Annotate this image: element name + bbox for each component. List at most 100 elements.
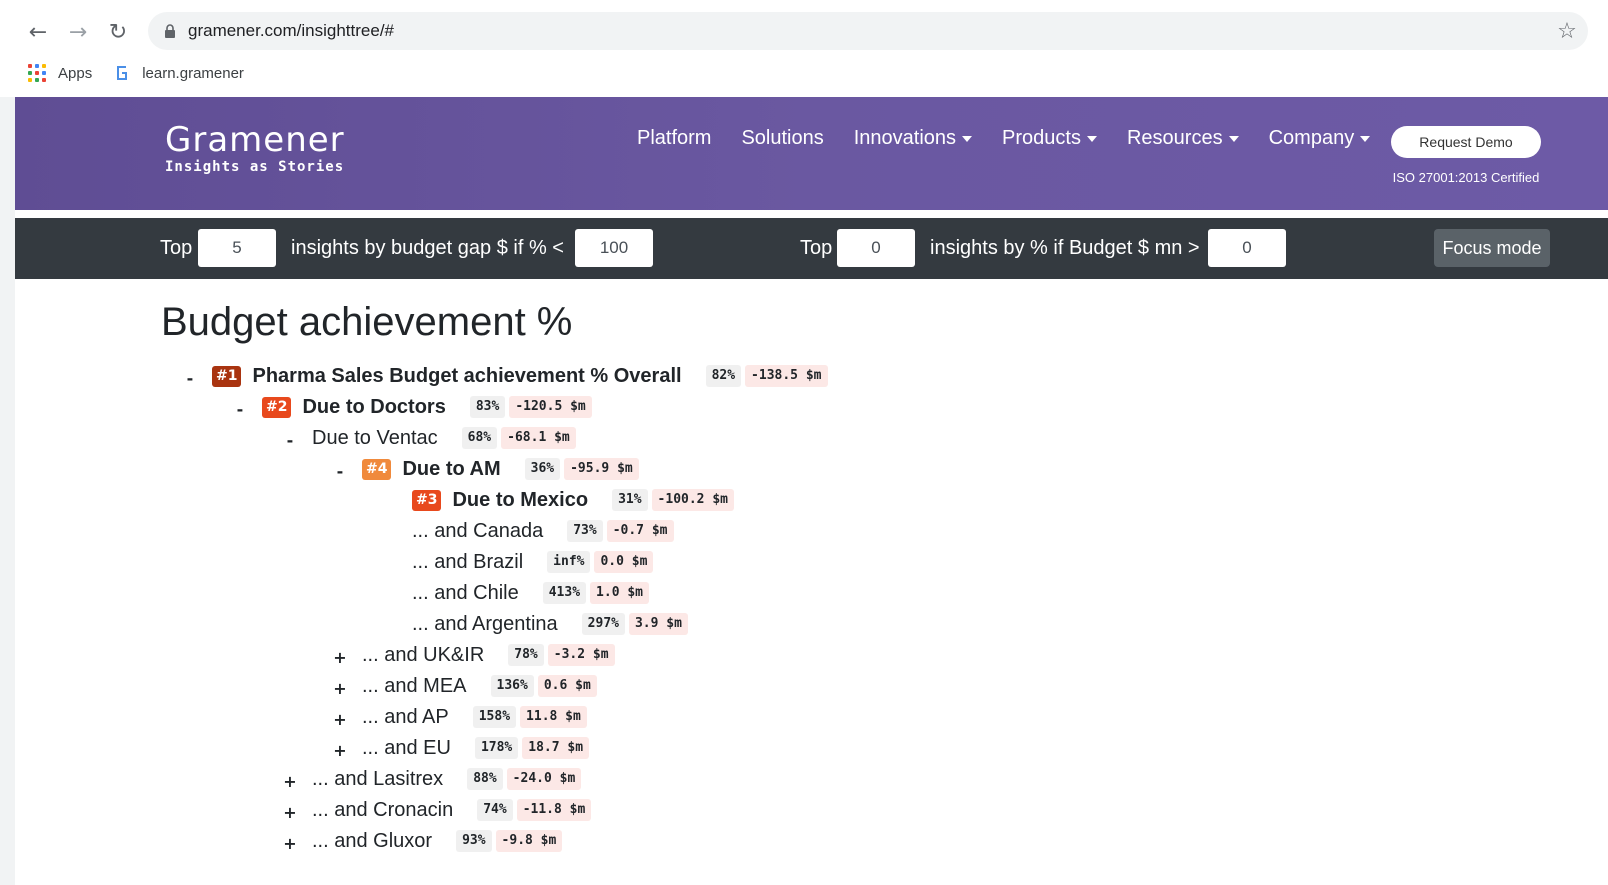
tree-node[interactable]: ... and Canada 73% -0.7 $m [412,517,674,545]
tree-node[interactable]: #2 Due to Doctors 83% -120.5 $m [262,393,592,421]
tree-node[interactable]: ... and AP 158% 11.8 $m [362,703,587,731]
menu-resources[interactable]: Resources [1127,127,1239,150]
tree-node[interactable]: ... and Brazil inf% 0.0 $m [412,548,654,576]
caret-down-icon [962,135,973,142]
percent-threshold-input[interactable]: 100 [575,229,653,267]
window-left-edge [0,97,15,885]
apps-grid-icon [28,64,46,82]
budget-gap-tag: 0.6 $m [537,675,597,697]
menu-company-label: Company [1268,127,1355,149]
achievement-percent-tag: 31% [612,489,648,511]
expand-toggle[interactable]: + [333,705,346,733]
browser-chrome: ← → ↻ gramener.com/insighttree/# ☆ Apps … [0,0,1608,97]
iso-certification-note: ISO 27001:2013 Certified [1392,170,1540,185]
menu-platform[interactable]: Platform [637,127,711,150]
budget-threshold-input[interactable]: 0 [1208,229,1286,267]
achievement-percent-tag: 68% [461,427,498,449]
achievement-percent-tag: 158% [472,706,517,728]
menu-solutions[interactable]: Solutions [741,127,823,150]
main-menu: Platform Solutions Innovations Products … [637,127,1400,150]
budget-gap-tag: -120.5 $m [509,396,592,418]
bookmark-apps[interactable]: Apps [28,64,92,82]
node-label: ... and Lasitrex [312,767,444,790]
collapse-toggle[interactable]: - [334,457,346,485]
menu-platform-label: Platform [637,127,712,149]
gramener-logo[interactable]: Gramener Insights as Stories [165,123,345,175]
budget-gap-tag: 11.8 $m [520,706,587,728]
tree-node[interactable]: #4 Due to AM 36% -95.9 $m [362,455,639,483]
collapse-toggle[interactable]: - [184,364,196,392]
filter-toolbar: Top 5 insights by budget gap $ if % < 10… [15,218,1608,279]
budget-percent-text: insights by % if Budget $ mn > [930,237,1200,259]
top-count-input-1[interactable]: 5 [198,229,276,267]
request-demo-button[interactable]: Request Demo [1391,126,1541,158]
achievement-percent-tag: inf% [547,551,591,573]
achievement-percent-tag: 136% [490,675,534,697]
achievement-percent-tag: 78% [508,644,544,666]
node-label: ... and MEA [362,674,467,697]
achievement-percent-tag: 88% [467,768,503,790]
menu-company[interactable]: Company [1269,127,1371,150]
back-arrow-icon[interactable]: ← [24,18,52,46]
expand-toggle[interactable]: + [333,674,346,702]
tree-node[interactable]: ... and Gluxor 93% -9.8 $m [312,827,563,855]
rank-badge: #4 [362,458,392,480]
url-text: gramener.com/insighttree/# [188,21,394,40]
budget-gap-tag: -138.5 $m [745,365,828,387]
address-bar[interactable]: gramener.com/insighttree/# ☆ [148,12,1588,50]
caret-down-icon [1360,135,1371,142]
bookmark-learn-label: learn.gramener [142,64,244,82]
tree-node[interactable]: #1 Pharma Sales Budget achievement % Over… [212,362,828,390]
menu-products[interactable]: Products [1002,127,1097,150]
gramener-g-icon [117,66,128,80]
budget-gap-tag: -24.0 $m [506,768,582,790]
menu-innovations[interactable]: Innovations [854,127,973,150]
tree-node[interactable]: ... and Chile 413% 1.0 $m [412,579,650,607]
budget-gap-tag: 0.0 $m [594,551,654,573]
tree-node[interactable]: ... and UK&IR 78% -3.2 $m [362,641,615,669]
caret-down-icon [1086,135,1097,142]
lock-icon [162,23,178,39]
logo-tagline: Insights as Stories [165,159,345,175]
expand-toggle[interactable]: + [333,643,346,671]
achievement-percent-tag: 82% [705,365,742,387]
expand-toggle[interactable]: + [283,798,296,826]
forward-arrow-icon[interactable]: → [64,18,92,46]
achievement-percent-tag: 74% [477,799,513,821]
achievement-percent-tag: 83% [469,396,506,418]
tree-node[interactable]: ... and Argentina 297% 3.9 $m [412,610,688,638]
rank-badge: #1 [212,365,242,387]
achievement-percent-tag: 73% [567,520,603,542]
expand-toggle[interactable]: + [283,767,296,795]
collapse-toggle[interactable]: - [234,395,246,423]
expand-toggle[interactable]: + [283,829,296,857]
bookmark-star-icon[interactable]: ☆ [1554,18,1580,44]
expand-toggle[interactable]: + [333,736,346,764]
node-label: Due to Mexico [452,488,589,511]
node-label: ... and AP [362,705,449,728]
top-label-2: Top [800,237,833,259]
tree-node[interactable]: ... and MEA 136% 0.6 $m [362,672,597,700]
tree-node[interactable]: Due to Ventac 68% -68.1 $m [312,424,576,452]
budget-gap-tag: -0.7 $m [606,520,674,542]
tree-node[interactable]: ... and Cronacin 74% -11.8 $m [312,796,592,824]
top-count-input-2[interactable]: 0 [837,229,915,267]
node-label: ... and Argentina [412,612,558,635]
node-label: ... and EU [362,736,451,759]
budget-gap-tag: -3.2 $m [547,644,615,666]
collapse-toggle[interactable]: - [284,426,296,454]
budget-gap-tag: -95.9 $m [564,458,639,480]
reload-icon[interactable]: ↻ [104,18,132,46]
bookmark-learn-gramener[interactable]: learn.gramener [114,64,244,82]
focus-mode-button[interactable]: Focus mode [1434,229,1550,267]
node-label: Pharma Sales Budget achievement % Overal… [252,364,682,387]
caret-down-icon [1228,135,1239,142]
tree-node[interactable]: #3 Due to Mexico 31% -100.2 $m [412,486,734,514]
tree-node[interactable]: ... and Lasitrex 88% -24.0 $m [312,765,582,793]
node-label: ... and Brazil [412,550,524,573]
bookmark-apps-label: Apps [58,64,93,82]
node-label: ... and Gluxor [312,829,433,852]
achievement-percent-tag: 93% [456,830,492,852]
node-label: Due to Doctors [302,395,446,418]
tree-node[interactable]: ... and EU 178% 18.7 $m [362,734,590,762]
